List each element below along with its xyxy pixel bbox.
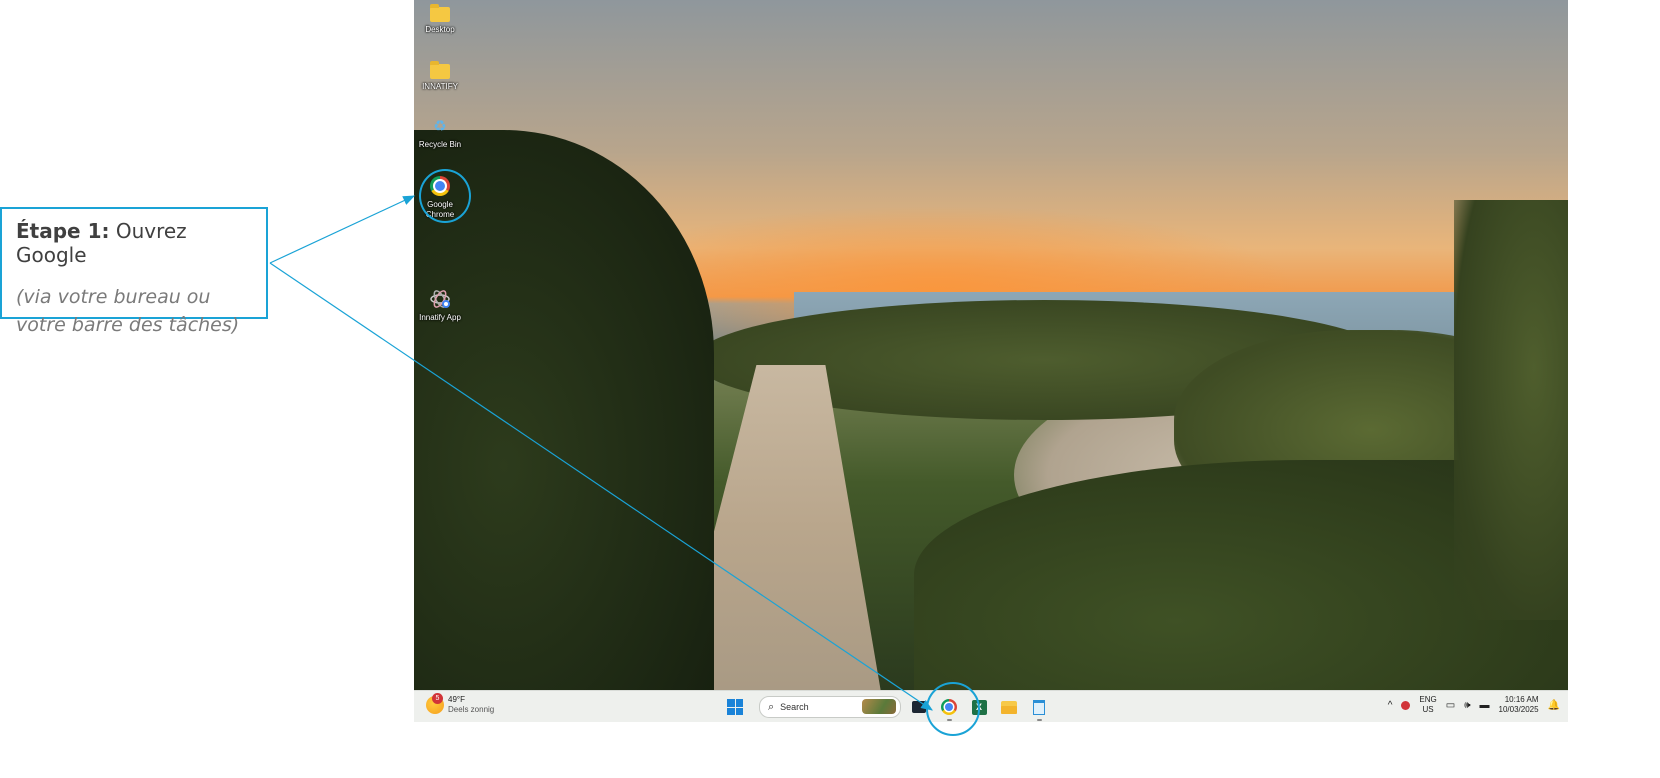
recycle-bin-icon: ♻ xyxy=(433,118,447,135)
step-callout: Étape 1: Ouvrez Google (via votre bureau… xyxy=(0,207,268,336)
weather-temp: 49°F xyxy=(448,695,465,704)
desktop-icon-recycle-bin[interactable]: ♻ Recycle Bin xyxy=(414,117,466,150)
desktop-screenshot: Desktop INNATIFY ♻ Recycle Bin Google Ch… xyxy=(414,0,1568,722)
desktop-icon-innatify-folder[interactable]: INNATIFY xyxy=(414,61,466,92)
desktop-icon-innatify-app[interactable]: Innatify App xyxy=(414,288,466,323)
weather-sun-icon: 5 xyxy=(426,693,444,714)
chrome-highlight-ring xyxy=(419,169,471,223)
file-explorer-icon xyxy=(1001,700,1017,714)
start-button[interactable] xyxy=(727,699,743,715)
search-highlight-image xyxy=(862,699,896,714)
language-indicator[interactable]: ENG US xyxy=(1419,695,1436,715)
task-view-icon xyxy=(912,701,926,713)
desktop-icon-desktop[interactable]: Desktop xyxy=(414,4,466,35)
taskbar-file-explorer[interactable] xyxy=(997,695,1021,719)
taskbar: 5 49°F Deels zonnig ⌕ Search X ^ ENG US … xyxy=(414,690,1568,722)
tray-app-icon[interactable] xyxy=(1401,700,1411,710)
callout-subtitle: (via votre bureau ou votre barre des tâc… xyxy=(16,286,240,336)
network-icon[interactable]: ▭ xyxy=(1446,700,1455,711)
arrow-to-desktop-chrome xyxy=(269,195,416,264)
search-icon: ⌕ xyxy=(768,700,775,713)
taskbar-chrome-highlight-ring xyxy=(926,682,980,736)
folder-icon xyxy=(430,61,450,79)
taskbar-notepad[interactable] xyxy=(1027,695,1051,721)
clock[interactable]: 10:16 AM 10/03/2025 xyxy=(1499,695,1539,715)
folder-icon xyxy=(430,4,450,22)
show-hidden-icons-button[interactable]: ^ xyxy=(1388,700,1393,711)
notepad-icon xyxy=(1033,699,1045,715)
weather-badge: 5 xyxy=(432,693,443,704)
battery-icon[interactable]: ▬ xyxy=(1480,700,1490,711)
notification-bell-icon[interactable]: 🔔 xyxy=(1548,700,1560,711)
search-placeholder: Search xyxy=(780,702,809,712)
taskbar-search[interactable]: ⌕ Search xyxy=(759,696,901,718)
system-tray: ^ ENG US ▭ 🕪 ▬ 10:16 AM 10/03/2025 🔔 xyxy=(1388,695,1560,715)
innatify-app-icon xyxy=(429,288,451,310)
volume-icon[interactable]: 🕪 xyxy=(1464,700,1470,711)
callout-title: Étape 1: Ouvrez Google xyxy=(16,219,187,267)
weather-condition: Deels zonnig xyxy=(448,705,495,714)
wallpaper xyxy=(414,0,1568,690)
weather-widget[interactable]: 5 49°F Deels zonnig xyxy=(426,693,495,715)
